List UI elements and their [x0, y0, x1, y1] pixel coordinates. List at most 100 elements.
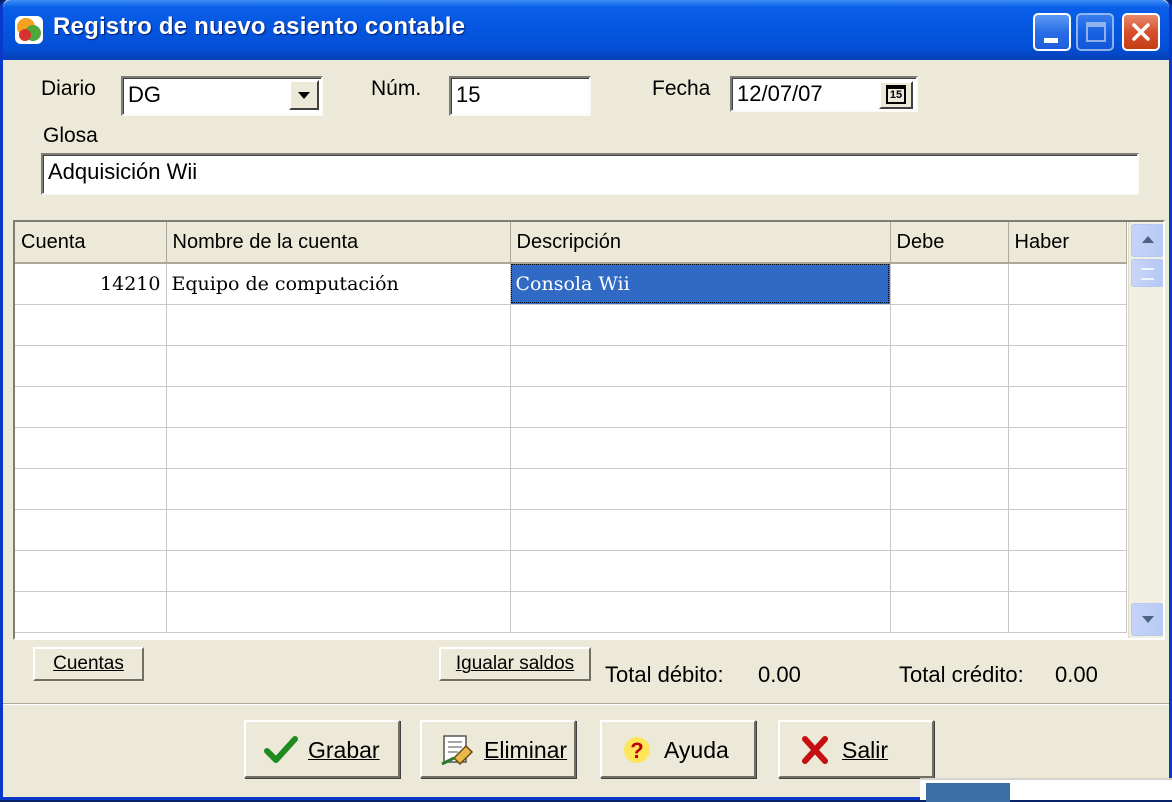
fecha-label: Fecha [652, 77, 711, 100]
cell-haber[interactable] [1008, 304, 1127, 346]
cell-haber[interactable] [1008, 345, 1127, 387]
help-icon: ? [624, 737, 650, 763]
cell-descripcion[interactable] [510, 304, 891, 346]
column-header-nombre[interactable]: Nombre de la cuenta [166, 222, 511, 264]
scroll-down-icon[interactable] [1131, 603, 1163, 636]
cell-cuenta[interactable] [15, 386, 167, 428]
cell-cuenta[interactable] [15, 427, 167, 469]
cell-descripcion[interactable] [510, 386, 891, 428]
cell-cuenta[interactable] [15, 509, 167, 551]
cell-cuenta[interactable]: 14210 [15, 263, 167, 305]
cell-haber[interactable] [1008, 468, 1127, 510]
table-row[interactable]: 14210 Equipo de computación Consola Wii [15, 263, 1127, 305]
cell-nombre[interactable] [166, 304, 511, 346]
cell-haber[interactable] [1008, 427, 1127, 469]
calendar-button[interactable]: 15 [879, 81, 913, 109]
table-row[interactable] [15, 591, 1127, 633]
table-row[interactable] [15, 550, 1127, 592]
diario-select[interactable]: DG [121, 76, 323, 116]
cell-descripcion[interactable] [510, 427, 891, 469]
close-button[interactable] [1122, 13, 1160, 51]
table-row[interactable] [15, 509, 1127, 551]
window-title: Registro de nuevo asiento contable [53, 13, 466, 40]
cell-cuenta[interactable] [15, 304, 167, 346]
taskbar-item [926, 783, 1010, 802]
cuentas-button-label: Cuentas [53, 653, 124, 674]
cell-debe[interactable] [890, 263, 1009, 305]
cell-nombre[interactable] [166, 427, 511, 469]
cell-nombre[interactable] [166, 345, 511, 387]
close-x-icon [802, 736, 828, 764]
scroll-thumb[interactable] [1131, 259, 1163, 287]
cell-cuenta[interactable] [15, 591, 167, 633]
taskbar-fragment [920, 778, 1172, 802]
minimize-icon [1044, 38, 1058, 43]
cell-cuenta[interactable] [15, 345, 167, 387]
cell-cuenta[interactable] [15, 468, 167, 510]
vertical-scrollbar[interactable] [1128, 222, 1163, 638]
cell-descripcion[interactable]: Consola Wii [510, 263, 891, 305]
cell-haber[interactable] [1008, 550, 1127, 592]
cell-debe[interactable] [890, 345, 1009, 387]
checkmark-icon [264, 736, 298, 763]
cell-debe[interactable] [890, 304, 1009, 346]
num-input[interactable]: 15 [449, 76, 591, 116]
glosa-label: Glosa [43, 124, 98, 147]
cell-debe[interactable] [890, 386, 1009, 428]
cell-debe[interactable] [890, 591, 1009, 633]
cell-nombre[interactable] [166, 386, 511, 428]
table-row[interactable] [15, 427, 1127, 469]
cell-descripcion[interactable] [510, 550, 891, 592]
cell-haber[interactable] [1008, 386, 1127, 428]
cell-nombre[interactable] [166, 550, 511, 592]
cell-descripcion[interactable] [510, 591, 891, 633]
chevron-down-icon[interactable] [289, 80, 319, 110]
num-label: Núm. [371, 77, 422, 100]
cell-descripcion[interactable] [510, 345, 891, 387]
cell-cuenta[interactable] [15, 550, 167, 592]
table-row[interactable] [15, 468, 1127, 510]
igualar-saldos-button[interactable]: Igualar saldos [439, 647, 591, 681]
entries-table: Cuenta Nombre de la cuenta Descripción D… [15, 222, 1127, 633]
table-row[interactable] [15, 386, 1127, 428]
fecha-value: 12/07/07 [737, 81, 823, 106]
column-header-haber[interactable]: Haber [1008, 222, 1127, 264]
svg-text:?: ? [630, 738, 643, 763]
entries-grid[interactable]: Cuenta Nombre de la cuenta Descripción D… [13, 220, 1165, 640]
glosa-input[interactable]: Adquisición Wii [41, 153, 1139, 195]
grabar-button[interactable]: Grabar [244, 720, 400, 778]
cell-nombre[interactable]: Equipo de computación [166, 263, 511, 305]
column-header-descripcion[interactable]: Descripción [510, 222, 891, 264]
cell-debe[interactable] [890, 509, 1009, 551]
table-row[interactable] [15, 345, 1127, 387]
cuentas-button[interactable]: Cuentas [33, 647, 144, 681]
cell-haber[interactable] [1008, 591, 1127, 633]
cell-debe[interactable] [890, 468, 1009, 510]
scroll-up-icon[interactable] [1131, 224, 1163, 257]
cell-debe[interactable] [890, 427, 1009, 469]
cell-descripcion[interactable] [510, 509, 891, 551]
cell-nombre[interactable] [166, 468, 511, 510]
table-row[interactable] [15, 304, 1127, 346]
column-header-debe[interactable]: Debe [890, 222, 1009, 264]
cell-nombre[interactable] [166, 509, 511, 551]
fecha-input[interactable]: 12/07/07 15 [730, 76, 918, 112]
column-header-cuenta[interactable]: Cuenta [15, 222, 167, 264]
total-debito-label: Total débito: [605, 662, 724, 687]
grabar-label: Grabar [308, 737, 380, 763]
cell-descripcion[interactable] [510, 468, 891, 510]
cell-debe[interactable] [890, 550, 1009, 592]
total-credito-label: Total crédito: [899, 662, 1024, 687]
title-bar[interactable]: Registro de nuevo asiento contable [3, 0, 1169, 60]
eliminar-button[interactable]: Eliminar [420, 720, 576, 778]
minimize-button[interactable] [1033, 13, 1071, 51]
salir-button[interactable]: Salir [778, 720, 934, 778]
cell-haber[interactable] [1008, 509, 1127, 551]
cell-haber[interactable] [1008, 263, 1127, 305]
total-debito-value: 0.00 [758, 662, 801, 687]
dialog-window: Registro de nuevo asiento contable Diari… [0, 0, 1172, 800]
maximize-button[interactable] [1076, 13, 1114, 51]
eliminar-label: Eliminar [484, 737, 568, 763]
cell-nombre[interactable] [166, 591, 511, 633]
ayuda-button[interactable]: ? Ayuda [600, 720, 756, 778]
